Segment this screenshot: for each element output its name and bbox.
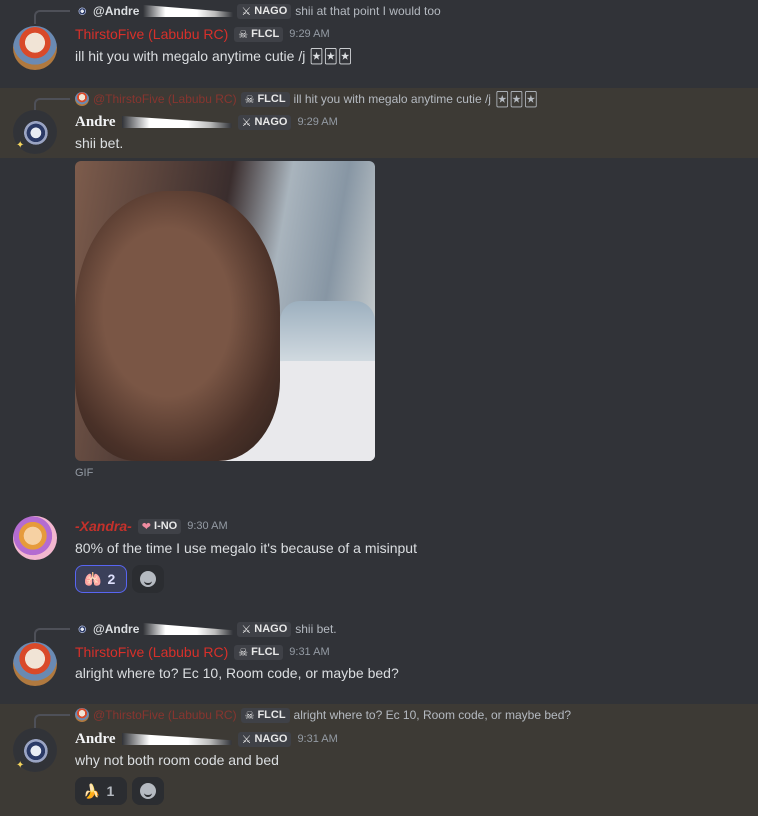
skull-icon: ☠ (238, 646, 249, 659)
reply-preview[interactable]: @Andre ⚔ NAGO shii bet. (75, 621, 337, 637)
gif-label: GIF (75, 467, 94, 479)
cards-emoji-icon: 🃏🃏🃏 (494, 90, 538, 107)
lungs-icon: 🫁 (84, 570, 102, 587)
message-header: Andre ⚔ NAGO 9:31 AM (75, 729, 338, 749)
timestamp[interactable]: 9:30 AM (187, 520, 227, 532)
guild-tag[interactable]: ☠ FLCL (240, 91, 290, 107)
sparkle-icon: ✦ (16, 140, 25, 151)
reply-text: alright where to? Ec 10, Room code, or m… (293, 708, 572, 722)
message-5: @ThirstoFive (Labubu RC) ☠ FLCL alright w… (0, 704, 758, 816)
username[interactable]: ThirstoFive (Labubu RC) (75, 644, 228, 660)
timestamp[interactable]: 9:31 AM (289, 646, 329, 658)
message-content: ill hit you with megalo anytime cutie /j… (75, 48, 352, 65)
message-2: @ThirstoFive (Labubu RC) ☠ FLCL ill hit y… (0, 88, 758, 158)
skull-icon: ☠ (244, 93, 255, 106)
reaction-button[interactable]: 🍌 1 (75, 777, 127, 805)
message-1: @Andre ⚔ NAGO shii at that point I would … (0, 0, 758, 78)
message-4: @Andre ⚔ NAGO shii bet. ThirstoFive (Labu… (0, 618, 758, 696)
add-reaction-button[interactable] (132, 777, 164, 805)
sword-icon: ⚔ (241, 623, 252, 636)
guild-tag[interactable]: ❤ I-NO (137, 518, 182, 534)
reply-text: ill hit you with megalo anytime cutie /j (293, 92, 491, 106)
reply-preview[interactable]: @ThirstoFive (Labubu RC) ☠ FLCL alright w… (75, 707, 571, 723)
censored-name (121, 733, 232, 745)
sword-icon: ⚔ (241, 116, 252, 129)
reply-author[interactable]: @ThirstoFive (Labubu RC) (93, 92, 237, 106)
heart-icon: ❤ (141, 520, 152, 533)
username[interactable]: ThirstoFive (Labubu RC) (75, 26, 228, 42)
guild-tag[interactable]: ☠ FLCL (234, 26, 284, 42)
username[interactable]: -Xandra- (75, 518, 132, 534)
reply-author[interactable]: @ThirstoFive (Labubu RC) (93, 708, 237, 722)
add-reaction-button[interactable] (132, 565, 164, 593)
reply-text: shii at that point I would too (295, 4, 441, 18)
username[interactable]: Andre (75, 114, 116, 131)
avatar[interactable] (13, 26, 57, 70)
avatar (75, 622, 89, 636)
reply-preview[interactable]: @ThirstoFive (Labubu RC) ☠ FLCL ill hit y… (75, 91, 538, 107)
message-header: ThirstoFive (Labubu RC) ☠ FLCL 9:31 AM (75, 642, 330, 662)
guild-tag[interactable]: ⚔ NAGO (237, 731, 292, 747)
message-text: why not both room code and bed (75, 752, 279, 768)
message-text: alright where to? Ec 10, Room code, or m… (75, 665, 399, 681)
reply-author[interactable]: @Andre (93, 622, 139, 636)
reaction-button[interactable]: 🫁 2 (75, 565, 127, 593)
sparkle-icon: ✦ (16, 760, 25, 771)
sword-icon: ⚔ (241, 5, 252, 18)
censored-name (143, 5, 234, 17)
guild-tag[interactable]: ☠ FLCL (240, 707, 290, 723)
guild-tag[interactable]: ⚔ NAGO (237, 3, 292, 19)
cards-emoji-icon: 🃏🃏🃏 (309, 48, 353, 64)
avatar (75, 4, 89, 18)
timestamp[interactable]: 9:29 AM (289, 28, 329, 40)
reply-connector (34, 628, 70, 642)
message-text: 80% of the time I use megalo it's becaus… (75, 540, 417, 556)
skull-icon: ☠ (244, 709, 255, 722)
timestamp[interactable]: 9:29 AM (297, 116, 337, 128)
smile-icon (140, 571, 156, 587)
reply-connector (34, 714, 70, 728)
reply-preview[interactable]: @Andre ⚔ NAGO shii at that point I would … (75, 3, 441, 19)
face-image (75, 191, 280, 461)
message-text: ill hit you with megalo anytime cutie /j (75, 48, 306, 64)
gif-attachment[interactable] (75, 161, 375, 461)
reply-author[interactable]: @Andre (93, 4, 139, 18)
message-text: shii bet. (75, 135, 124, 151)
message-header: Andre ⚔ NAGO 9:29 AM (75, 112, 338, 132)
username[interactable]: Andre (75, 731, 116, 748)
message-3: -Xandra- ❤ I-NO 9:30 AM 80% of the time I… (0, 510, 758, 600)
guild-tag[interactable]: ☠ FLCL (234, 644, 284, 660)
smile-icon (140, 783, 156, 799)
censored-name (143, 623, 234, 635)
guild-tag[interactable]: ⚔ NAGO (237, 621, 292, 637)
reply-connector (34, 10, 70, 24)
message-header: -Xandra- ❤ I-NO 9:30 AM (75, 516, 228, 536)
reaction-count: 1 (106, 783, 115, 799)
reaction-count: 2 (107, 571, 116, 587)
avatar (75, 92, 89, 106)
censored-name (121, 116, 232, 128)
timestamp[interactable]: 9:31 AM (297, 733, 337, 745)
avatar (75, 708, 89, 722)
banana-dash-icon: 🍌 (83, 782, 101, 799)
skull-icon: ☠ (238, 28, 249, 41)
avatar[interactable] (13, 516, 57, 560)
message-header: ThirstoFive (Labubu RC) ☠ FLCL 9:29 AM (75, 24, 330, 44)
avatar[interactable] (13, 642, 57, 686)
sword-icon: ⚔ (241, 733, 252, 746)
reply-text: shii bet. (295, 622, 337, 636)
guild-tag[interactable]: ⚔ NAGO (237, 114, 292, 130)
